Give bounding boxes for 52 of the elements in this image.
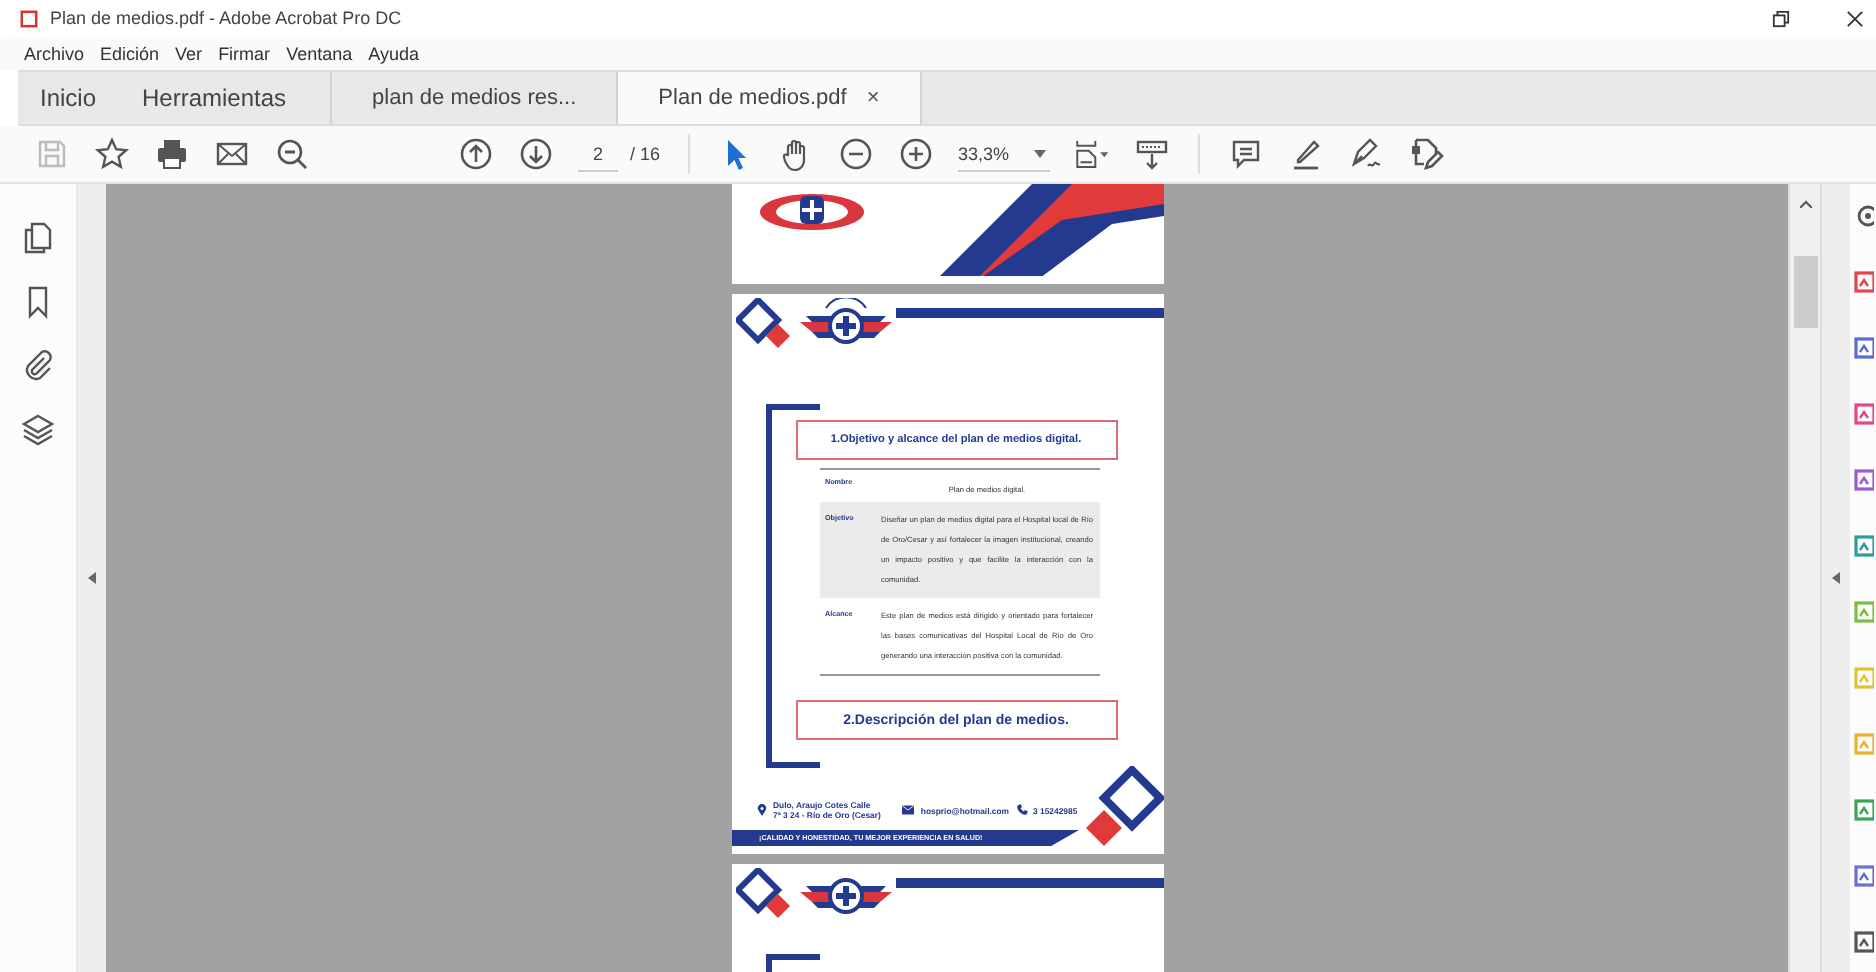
tool-icon[interactable] [1850,930,1874,954]
page-count: / 16 [630,144,661,164]
collapse-icon[interactable] [88,572,96,584]
diamond-logo-icon [735,868,795,924]
tool-icon[interactable] [1850,270,1874,294]
zoom-in-icon[interactable] [898,136,935,172]
zoom-out-icon[interactable] [838,136,875,172]
comment-icon[interactable] [1228,136,1265,172]
tool-icon[interactable] [1850,468,1874,492]
highlighter-icon[interactable] [1288,136,1325,172]
menu-item[interactable]: Ayuda [368,43,419,63]
tab[interactable]: Herramientas [120,72,331,124]
previous-page-icon[interactable] [458,136,494,172]
menu-item[interactable]: Archivo [24,43,85,63]
next-page-icon[interactable] [518,136,554,172]
tab[interactable]: Inicio [18,72,121,124]
star-icon[interactable] [94,136,130,172]
pdf-file-icon [20,9,38,27]
window-title: Plan de medios.pdf - Adobe Acrobat Pro DC [50,8,402,28]
menu-item[interactable]: Firmar [218,43,271,63]
pages-icon[interactable] [20,220,56,256]
tool-icon[interactable] [1850,864,1874,888]
edit-document-icon[interactable] [1408,136,1445,172]
scroll-mode-icon[interactable] [1134,136,1171,172]
phone-icon [1015,804,1028,816]
page-fit-icon[interactable] [1074,136,1111,172]
zoom-dropdown[interactable]: 33,3% [958,137,1051,171]
location-pin-icon [755,804,767,816]
menu-item[interactable]: Ver [175,43,203,63]
vertical-scrollbar[interactable] [1788,184,1820,972]
tool-icon[interactable] [1850,534,1874,558]
tool-icon[interactable] [1850,402,1874,426]
tool-icon[interactable] [1850,336,1874,360]
page-number-field[interactable]: 2 [578,137,618,171]
menu-item[interactable]: Edición [100,43,160,63]
paperclip-icon[interactable] [20,348,56,384]
tab[interactable]: Plan de medios.pdf × [616,72,922,124]
close-icon[interactable] [1846,9,1864,27]
collapse-icon[interactable] [1832,572,1840,584]
scroll-up-icon[interactable] [1799,200,1811,208]
menu-item[interactable]: Ventana [286,43,353,63]
mail-icon [902,804,915,816]
layers-icon[interactable] [20,412,56,448]
signature-pen-icon[interactable] [1348,136,1385,172]
zoom-search-icon[interactable] [274,136,310,172]
scroll-thumb[interactable] [1793,256,1817,328]
tool-icon[interactable] [1850,798,1874,822]
diamond-logo-icon [735,298,795,354]
tab-close-button[interactable]: × [866,86,880,110]
caret-icon [1034,149,1047,157]
print-icon[interactable] [154,136,190,172]
restore-icon[interactable] [1772,9,1790,27]
